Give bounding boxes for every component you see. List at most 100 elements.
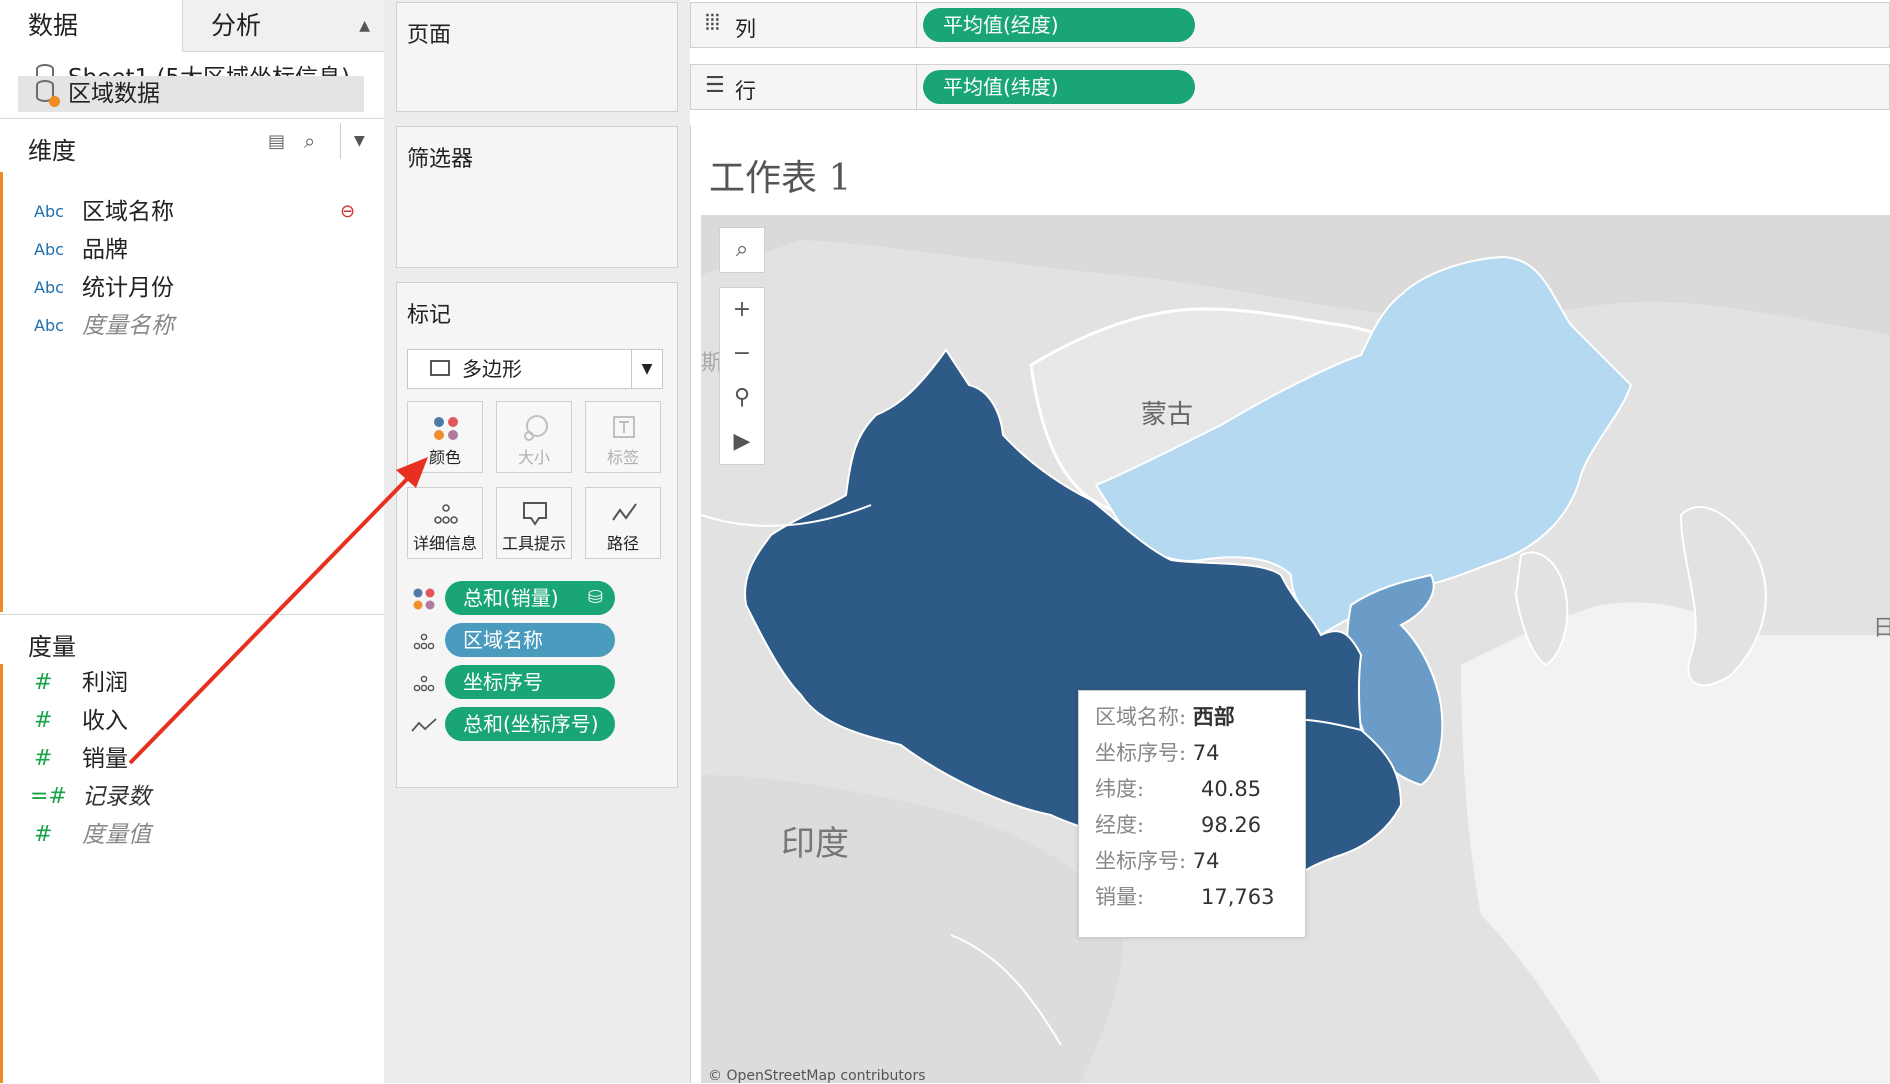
number-icon: # (34, 822, 53, 847)
field-name: 销量 (82, 746, 128, 772)
tooltip-value: 17,763 (1201, 885, 1275, 909)
tooltip-key: 区域名称: (1095, 705, 1187, 729)
label-button[interactable]: 标签 (585, 401, 661, 473)
map-canvas: 蒙古 印度 斯坦 日 (701, 215, 1890, 1083)
tooltip-button[interactable]: 工具提示 (496, 487, 572, 559)
speech-bubble-icon (523, 502, 547, 526)
size-button[interactable]: 大小 (496, 401, 572, 473)
detail-button[interactable]: 详细信息 (407, 487, 483, 559)
tooltip-value: 74 (1192, 741, 1220, 765)
color-icon (434, 417, 458, 440)
polygon-icon (430, 360, 450, 376)
number-icon: # (34, 670, 53, 695)
field-name: 利润 (82, 670, 128, 696)
dimension-field[interactable]: Abc 度量名称 (0, 307, 384, 345)
chevron-down-icon: ▼ (631, 350, 662, 388)
field-pill[interactable]: 总和(销量) ⛁ (445, 581, 615, 615)
zoom-in-icon[interactable]: + (720, 288, 764, 332)
tooltip-row: 经度: 98.26 (1095, 807, 1261, 843)
search-icon[interactable]: ⌕ (304, 129, 315, 153)
pin-icon[interactable]: ⚲ (720, 376, 764, 420)
datasource-label: 区域数据 (68, 81, 160, 107)
tooltip-value: 98.26 (1201, 813, 1262, 837)
field-name: 品牌 (82, 237, 128, 263)
tab-analysis[interactable]: 分析 ▲ (182, 0, 384, 52)
field-name: 度量名称 (82, 313, 174, 339)
abc-icon: Abc (34, 278, 64, 297)
field-name: 收入 (82, 708, 128, 734)
measure-field[interactable]: # 利润 (0, 664, 384, 702)
color-label: 颜色 (428, 448, 461, 467)
datasource-region-data[interactable]: 区域数据 (18, 76, 364, 112)
pill-label: 总和(销量) (463, 586, 559, 610)
filters-card[interactable]: 筛选器 (396, 126, 678, 268)
measure-field[interactable]: # 收入 (0, 702, 384, 740)
map-label-japan: 日 (1873, 616, 1890, 641)
tab-data[interactable]: 数据 (0, 0, 182, 52)
size-icon (524, 415, 548, 441)
divider (916, 65, 917, 109)
chevron-down-icon[interactable]: ▼ (354, 133, 365, 149)
sort-updown-icon[interactable]: ▲ (359, 0, 370, 52)
mark-tooltip: 区域名称: 西部 坐标序号: 74 纬度: 40.85 经度: 98.26 坐标序号… (1078, 690, 1306, 938)
rows-pill[interactable]: 平均值(纬度) (923, 70, 1195, 104)
zoom-out-icon[interactable]: − (720, 332, 764, 376)
measure-field[interactable]: # 销量 (0, 740, 384, 778)
measure-field[interactable]: # 度量值 (0, 816, 384, 854)
datasource-icon: ⛁ (587, 587, 603, 608)
dimension-field[interactable]: Abc 品牌 (0, 231, 384, 269)
divider (916, 3, 917, 47)
number-icon: # (34, 708, 53, 733)
path-button[interactable]: 路径 (585, 487, 661, 559)
map-attribution[interactable]: © OpenStreetMap contributors (708, 1068, 926, 1084)
sheet-title[interactable]: 工作表 1 (709, 149, 851, 201)
mark-type-dropdown[interactable]: 多边形 ▼ (407, 349, 663, 389)
search-icon[interactable]: ⌕ (720, 228, 764, 272)
map[interactable]: 蒙古 印度 斯坦 日 ⌕ + − ⚲ ▶ (701, 215, 1890, 1083)
text-icon (613, 416, 635, 438)
link-icon[interactable]: ⊖ (340, 193, 355, 231)
worksheet-view: 工作表 1 蒙古 印度 日 ⌕ + − ⚲ ▶ (690, 125, 1890, 1083)
path-label: 路径 (606, 534, 639, 553)
pages-title: 页面 (407, 23, 452, 48)
columns-label: 列 (735, 17, 756, 41)
tooltip-key: 销量: (1095, 885, 1145, 909)
tooltip-key: 坐标序号: (1095, 741, 1187, 765)
number-icon: # (34, 746, 53, 771)
tooltip-value: 40.85 (1201, 777, 1262, 801)
dimension-field[interactable]: Abc 统计月份 (0, 269, 384, 307)
field-pill[interactable]: 区域名称 (445, 623, 615, 657)
tooltip-row: 纬度: 40.85 (1095, 771, 1261, 807)
tooltip-row: 坐标序号: 74 (1095, 735, 1220, 771)
play-icon[interactable]: ▶ (720, 420, 764, 464)
dimensions-title: 维度 (28, 137, 76, 165)
measure-field[interactable]: =# 记录数 (0, 778, 384, 816)
tooltip-row: 坐标序号: 74 (1095, 843, 1220, 879)
rows-shelf[interactable]: ☰ 行 平均值(纬度) (690, 64, 1890, 110)
rows-label: 行 (735, 79, 756, 103)
filters-title: 筛选器 (407, 147, 474, 172)
tooltip-row: 销量: 17,763 (1095, 879, 1274, 915)
datasource-icon (36, 80, 60, 107)
field-name: 统计月份 (82, 275, 174, 301)
tooltip-value: 74 (1192, 849, 1220, 873)
columns-icon: ⦙⦙⦙ (705, 11, 720, 36)
color-button[interactable]: 颜色 (407, 401, 483, 473)
path-icon (411, 718, 437, 732)
marks-card: 标记 多边形 ▼ 颜色 大小 标签 详细信息 工具提示 路径 总和(销量) ⛁ … (396, 282, 678, 788)
pages-card[interactable]: 页面 (396, 2, 678, 112)
map-label-mongolia: 蒙古 (1141, 400, 1193, 430)
data-pane: 数据 分析 ▲ Sheet1 (5大区域坐标信息) 区域数据 维度 ▤ ⌕ ▼ … (0, 0, 385, 1083)
map-search-tool[interactable]: ⌕ (719, 227, 765, 273)
list-view-icon[interactable]: ▤ (268, 131, 285, 152)
color-icon (413, 588, 435, 610)
field-name: 区域名称 (82, 199, 174, 225)
columns-pill[interactable]: 平均值(经度) (923, 8, 1195, 42)
path-icon (612, 503, 637, 521)
field-pill[interactable]: 总和(坐标序号) (445, 707, 615, 741)
field-pill[interactable]: 坐标序号 (445, 665, 615, 699)
dimension-field[interactable]: Abc 区域名称 ⊖ (0, 193, 384, 231)
dimensions-header: 维度 ▤ ⌕ ▼ (0, 118, 384, 169)
map-label-india: 印度 (781, 824, 849, 864)
columns-shelf[interactable]: ⦙⦙⦙ 列 平均值(经度) (690, 2, 1890, 48)
